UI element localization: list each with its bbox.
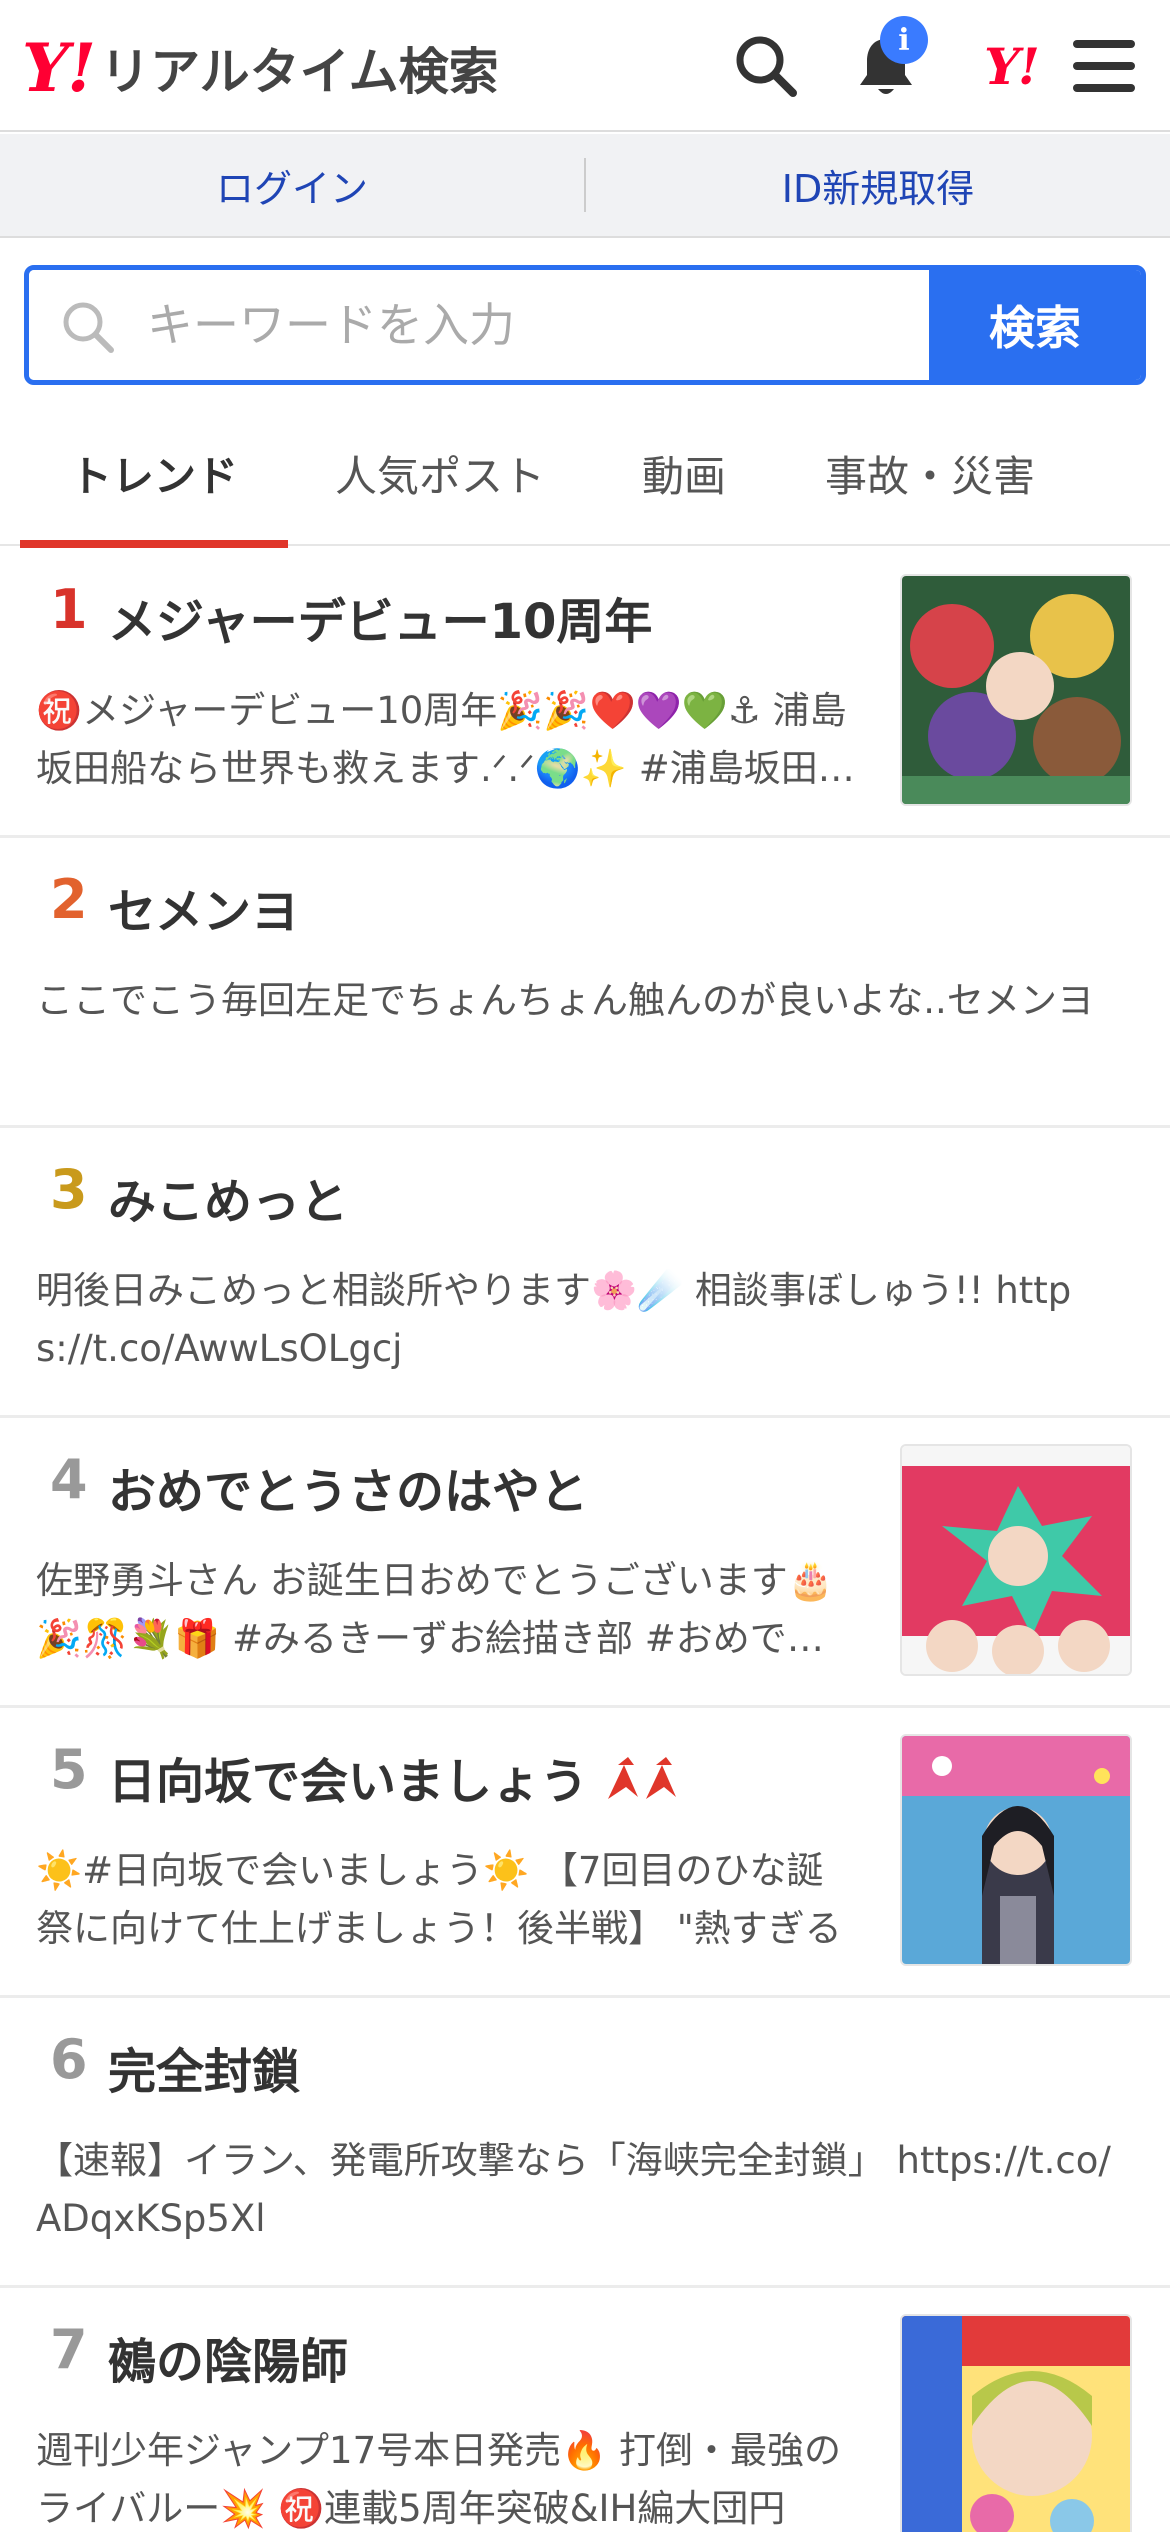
rising-arrows-icon xyxy=(604,1757,686,1813)
yahoo-top-link[interactable]: Y! xyxy=(966,30,1056,102)
trend-thumbnail xyxy=(900,1734,1132,1966)
trend-title: セメンヨ xyxy=(108,884,300,940)
trend-rank: 6 xyxy=(50,2028,88,2091)
hamburger-menu-icon[interactable] xyxy=(1068,30,1140,102)
tab-videos[interactable]: 動画 xyxy=(596,400,772,546)
search-field xyxy=(29,270,929,380)
login-link[interactable]: ログイン xyxy=(0,158,584,213)
trend-description: 週刊少年ジャンプ17号本日発売🔥 打倒・最強のライバルー💥 ㊗️連載5周年突破&… xyxy=(36,2429,841,2530)
notification-badge: i xyxy=(880,16,928,64)
trend-item[interactable]: 7 鵺の陰陽師 週刊少年ジャンプ17号本日発売🔥 打倒・最強のライバルー💥 ㊗️… xyxy=(0,2288,1170,2532)
trend-rank: 5 xyxy=(50,1738,88,1801)
trend-description: ここでこう毎回左足でちょんちょん触んのが良いよな..セメンヨ xyxy=(36,979,1095,1022)
tab-bar: トレンド 人気ポスト 動画 事故・災害 xyxy=(0,400,1170,548)
trend-item[interactable]: 4 おめでとうさのはやと 佐野勇斗さん お誕生日おめでとうございます🎂🎉🎊💐🎁 … xyxy=(0,1418,1170,1708)
trend-rank: 7 xyxy=(50,2318,88,2381)
tab-popular-posts[interactable]: 人気ポスト xyxy=(300,400,580,546)
site-logo[interactable]: Y! リアルタイム検索 xyxy=(22,28,499,108)
trend-rank: 2 xyxy=(50,868,88,931)
trend-description: 明後日みこめっと相談所やります🌸☄️ 相談事ぼしゅう!! https://t.c… xyxy=(36,1269,1072,1370)
trend-rank: 1 xyxy=(50,578,88,641)
search-input-icon xyxy=(59,298,117,360)
signup-link[interactable]: ID新規取得 xyxy=(586,158,1170,213)
trend-title: メジャーデビュー10周年 xyxy=(108,594,653,650)
trend-title: 日向坂で会いましょう xyxy=(108,1754,589,1810)
trend-title-wrap: 日向坂で会いましょう xyxy=(108,1742,686,1813)
tab-accidents-disasters[interactable]: 事故・災害 xyxy=(790,400,1070,546)
search-icon[interactable] xyxy=(730,30,802,102)
tab-trend[interactable]: トレンド xyxy=(20,400,288,548)
trend-item[interactable]: 2 セメンヨ ここでこう毎回左足でちょんちょん触んのが良いよな..セメンヨ xyxy=(0,838,1170,1128)
notification-bell-icon[interactable]: i xyxy=(850,16,928,102)
trend-item[interactable]: 5 日向坂で会いましょう ☀️#日向坂で会いましょう☀️ 【7回目のひな誕祭に向… xyxy=(0,1708,1170,1998)
trend-rank: 4 xyxy=(50,1448,88,1511)
search-button[interactable]: 検索 xyxy=(929,270,1141,380)
app-header: Y! リアルタイム検索 i Y! xyxy=(0,0,1170,132)
login-bar: ログイン ID新規取得 xyxy=(0,134,1170,238)
site-title: リアルタイム検索 xyxy=(100,43,499,101)
trend-rank: 3 xyxy=(50,1158,88,1221)
trend-title: 鵺の陰陽師 xyxy=(108,2334,349,2390)
trend-description: ㊗️メジャーデビュー10周年🎉🎉❤️💜💚⚓ 浦島坂田船なら世界も救えます.ᐟ.ᐟ… xyxy=(36,689,855,790)
trend-item[interactable]: 1 メジャーデビュー10周年 ㊗️メジャーデビュー10周年🎉🎉❤️💜💚⚓ 浦島坂… xyxy=(0,548,1170,838)
trend-description: 佐野勇斗さん お誕生日おめでとうございます🎂🎉🎊💐🎁 #みるきーずお絵描き部 #… xyxy=(36,1559,834,1660)
trend-description: 【速報】イラン、発電所攻撃なら「海峡完全封鎖」 https://t.co/ADq… xyxy=(36,2139,1111,2240)
trend-title: みこめっと xyxy=(108,1174,349,1230)
yahoo-logo-mark: Y! xyxy=(22,29,96,107)
trend-thumbnail xyxy=(900,574,1132,806)
trend-item[interactable]: 3 みこめっと 明後日みこめっと相談所やります🌸☄️ 相談事ぼしゅう!! htt… xyxy=(0,1128,1170,1418)
trend-title: おめでとうさのはやと xyxy=(108,1464,589,1520)
trend-thumbnail xyxy=(900,2314,1132,2532)
trend-description: ☀️#日向坂で会いましょう☀️ 【7回目のひな誕祭に向けて仕上げましょう！後半戦… xyxy=(36,1849,842,1950)
search-form: 検索 xyxy=(24,265,1146,385)
trend-item[interactable]: 6 完全封鎖 【速報】イラン、発電所攻撃なら「海峡完全封鎖」 https://t… xyxy=(0,1998,1170,2288)
trend-list: 1 メジャーデビュー10周年 ㊗️メジャーデビュー10周年🎉🎉❤️💜💚⚓ 浦島坂… xyxy=(0,548,1170,2532)
search-input[interactable] xyxy=(29,270,929,380)
yahoo-small-logo: Y! xyxy=(984,36,1040,96)
trend-thumbnail xyxy=(900,1444,1132,1676)
trend-title: 完全封鎖 xyxy=(108,2044,301,2100)
